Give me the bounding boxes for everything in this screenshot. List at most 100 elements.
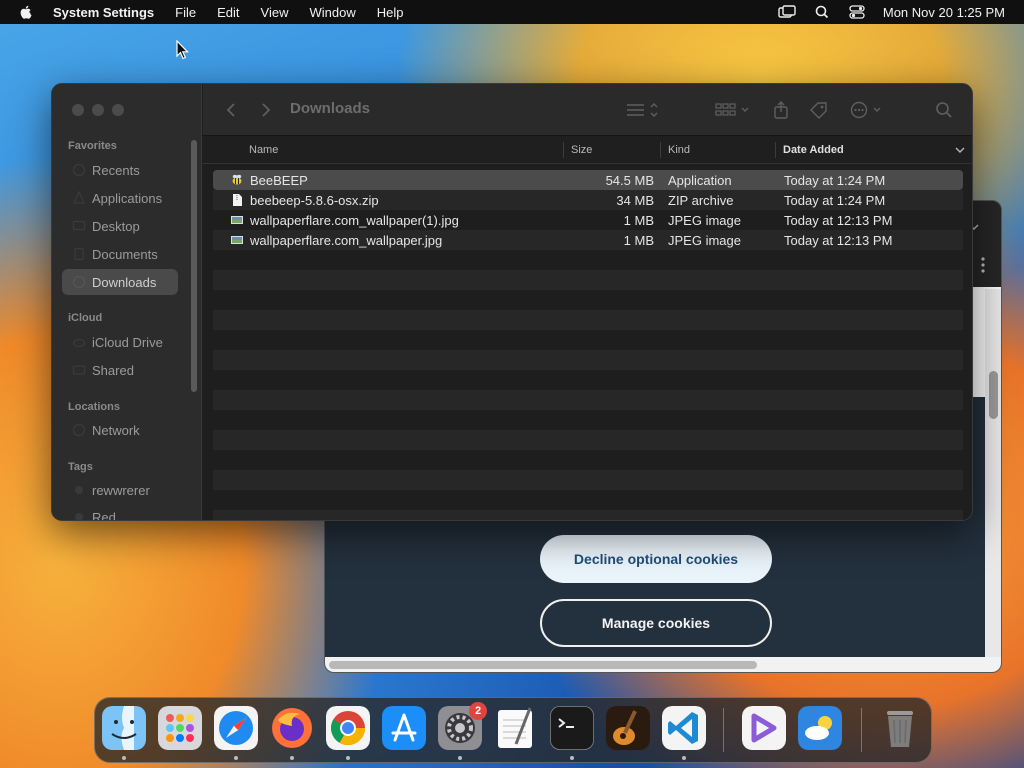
file-kind: ZIP archive	[668, 193, 734, 208]
sidebar-item-tag-red[interactable]: Red	[62, 504, 178, 520]
file-name: wallpaperflare.com_wallpaper.jpg	[250, 233, 443, 248]
sidebar-item-tag-rewwrerer[interactable]: rewwrerer	[62, 477, 178, 503]
sidebar-scrollbar[interactable]	[191, 140, 197, 392]
share-icon[interactable]	[772, 101, 790, 119]
column-divider[interactable]	[775, 142, 776, 158]
file-row-wallpaper-1[interactable]: wallpaperflare.com_wallpaper(1).jpg 1 MB…	[213, 210, 963, 230]
sidebar-item-label: Applications	[92, 190, 163, 206]
list-row-background	[213, 330, 963, 350]
spotlight-search-icon[interactable]	[813, 5, 831, 19]
menu-edit[interactable]: Edit	[217, 5, 239, 20]
running-indicator	[458, 756, 462, 760]
column-divider[interactable]	[660, 142, 661, 158]
control-center-icon[interactable]	[848, 5, 866, 19]
sidebar-item-icloud-drive[interactable]: iCloud Drive	[62, 329, 178, 355]
list-row-background	[213, 290, 963, 310]
file-row-beebeep-zip[interactable]: beebeep-5.8.6-osx.zip 34 MB ZIP archive …	[213, 190, 963, 210]
sidebar-item-applications[interactable]: Applications	[62, 185, 178, 211]
manage-cookies-button[interactable]: Manage cookies	[540, 599, 772, 647]
more-options-icon[interactable]	[981, 257, 985, 273]
running-indicator	[346, 756, 350, 760]
running-indicator	[290, 756, 294, 760]
file-row-beebeep-app[interactable]: BeeBEEP 54.5 MB Application Today at 1:2…	[213, 170, 963, 190]
menu-window[interactable]: Window	[309, 5, 355, 20]
sidebar-section-locations: Locations	[68, 401, 120, 413]
forward-arrow-icon[interactable]	[260, 101, 272, 119]
list-view-icon[interactable]	[624, 101, 660, 119]
globe-icon	[72, 423, 86, 437]
horizontal-scrollbar-thumb[interactable]	[329, 661, 757, 669]
more-actions-icon[interactable]	[849, 101, 885, 119]
file-size: 54.5 MB	[605, 173, 654, 188]
vertical-scrollbar-thumb[interactable]	[989, 371, 998, 419]
sidebar-item-documents[interactable]: Documents	[62, 241, 178, 267]
running-indicator	[570, 756, 574, 760]
column-kind[interactable]: Kind	[668, 144, 690, 156]
image-file-icon	[231, 216, 243, 224]
textedit-app-icon[interactable]	[494, 706, 538, 750]
menu-bar: System Settings File Edit View Window He…	[0, 0, 1024, 24]
menu-file[interactable]: File	[175, 5, 196, 20]
menu-app-name[interactable]: System Settings	[53, 5, 154, 20]
menubar-clock[interactable]: Mon Nov 20 1:25 PM	[883, 5, 1005, 20]
file-date-added: Today at 12:13 PM	[784, 233, 893, 248]
decline-cookies-button[interactable]: Decline optional cookies	[540, 535, 772, 583]
trash-app-icon[interactable]	[878, 706, 922, 750]
menu-view[interactable]: View	[261, 5, 289, 20]
document-icon	[74, 247, 84, 261]
visual-studio-app-icon[interactable]	[742, 706, 786, 750]
file-size: 34 MB	[616, 193, 654, 208]
screen-mirroring-icon[interactable]	[778, 5, 796, 19]
group-icon[interactable]	[714, 101, 752, 119]
column-header: Name Size Kind Date Added	[203, 136, 972, 164]
minimize-window-button[interactable]	[92, 104, 104, 116]
garageband-app-icon[interactable]	[606, 706, 650, 750]
list-row-background	[213, 510, 963, 520]
search-icon[interactable]	[935, 101, 953, 119]
sidebar-item-shared[interactable]: Shared	[62, 357, 178, 383]
sidebar-item-desktop[interactable]: Desktop	[62, 213, 178, 239]
chrome-app-icon[interactable]	[326, 706, 370, 750]
close-window-button[interactable]	[72, 104, 84, 116]
window-title: Downloads	[290, 100, 371, 117]
dock-separator	[723, 708, 724, 752]
list-row-background	[213, 410, 963, 430]
vscode-app-icon[interactable]	[662, 706, 706, 750]
running-indicator	[234, 756, 238, 760]
applications-icon	[72, 191, 86, 204]
column-size[interactable]: Size	[571, 144, 592, 156]
weather-app-icon[interactable]	[798, 706, 842, 750]
sidebar-item-label: Network	[92, 422, 140, 438]
file-date-added: Today at 1:24 PM	[784, 173, 886, 188]
column-date-added[interactable]: Date Added	[783, 144, 844, 156]
apple-menu-icon[interactable]	[18, 4, 34, 20]
file-row-wallpaper[interactable]: wallpaperflare.com_wallpaper.jpg 1 MB JP…	[213, 230, 963, 250]
sort-descending-icon[interactable]	[955, 147, 965, 154]
app-store-app-icon[interactable]	[382, 706, 426, 750]
finder-sidebar: Favorites Recents Applications Desktop D…	[52, 84, 202, 520]
sidebar-item-label: Recents	[92, 162, 140, 178]
sidebar-item-downloads[interactable]: Downloads	[62, 269, 178, 295]
firefox-app-icon[interactable]	[270, 706, 314, 750]
shared-folder-icon	[72, 365, 86, 375]
tag-icon[interactable]	[809, 101, 829, 119]
back-arrow-icon[interactable]	[225, 101, 237, 119]
sidebar-item-network[interactable]: Network	[62, 417, 178, 443]
launchpad-app-icon[interactable]	[158, 706, 202, 750]
finder-toolbar: Downloads	[203, 84, 972, 136]
finder-app-icon[interactable]	[102, 706, 146, 750]
file-name: wallpaperflare.com_wallpaper(1).jpg	[250, 213, 459, 228]
sidebar-section-icloud: iCloud	[68, 312, 103, 324]
menu-help[interactable]: Help	[377, 5, 404, 20]
safari-app-icon[interactable]	[214, 706, 258, 750]
terminal-app-icon[interactable]	[550, 706, 594, 750]
zoom-window-button[interactable]	[112, 104, 124, 116]
sidebar-item-recents[interactable]: Recents	[62, 157, 178, 183]
vertical-scrollbar[interactable]	[985, 289, 1001, 659]
tag-dot-icon	[75, 486, 83, 494]
column-name[interactable]: Name	[249, 144, 278, 156]
sidebar-section-favorites: Favorites	[68, 140, 117, 152]
list-row-background	[213, 270, 963, 290]
column-divider[interactable]	[563, 142, 564, 158]
file-kind: JPEG image	[668, 233, 741, 248]
